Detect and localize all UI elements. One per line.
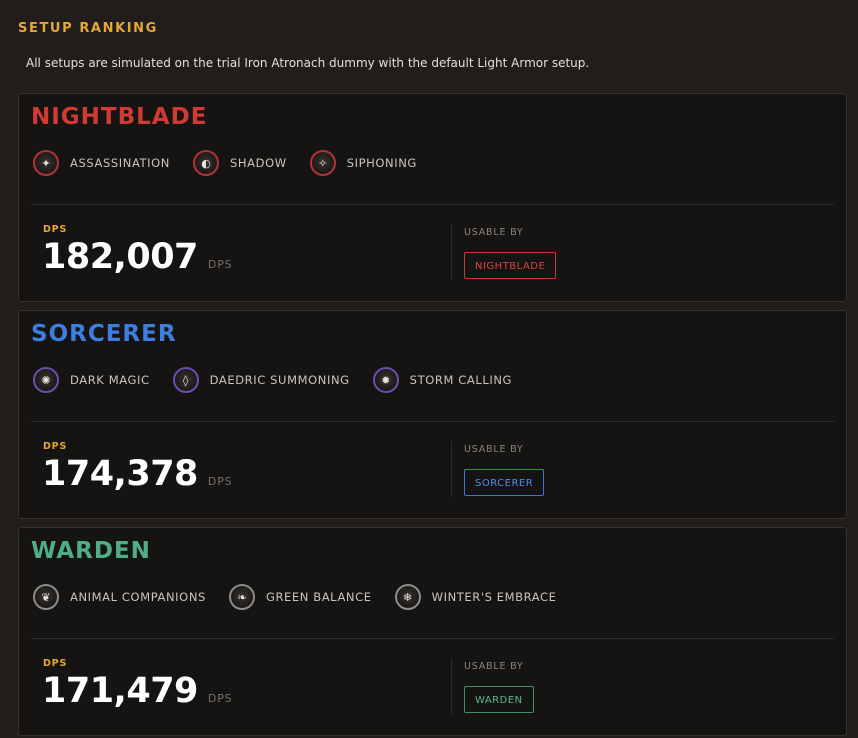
- intro-text: All setups are simulated on the trial Ir…: [26, 56, 590, 70]
- usable-by-label: USABLE BY: [464, 661, 524, 672]
- usable-by-badge[interactable]: SORCERER: [464, 469, 545, 496]
- section-title: SETUP RANKING: [18, 21, 158, 36]
- skill-line-label: DARK MAGIC: [70, 373, 150, 387]
- divider: [31, 204, 834, 205]
- vertical-divider: [451, 224, 452, 280]
- dps-label: DPS: [43, 441, 68, 452]
- skill-line-label: DAEDRIC SUMMONING: [209, 373, 350, 387]
- dps-label: DPS: [43, 658, 68, 669]
- dps-unit: DPS: [207, 692, 233, 705]
- green-balance-icon: ❧: [228, 584, 255, 610]
- skill-line-shadow[interactable]: ◐ SHADOW: [193, 150, 287, 176]
- dps-row: 174,378 DPS: [42, 454, 232, 494]
- skill-lines: ✦ ASSASSINATION ◐ SHADOW ✧ SIPHONING: [33, 150, 440, 176]
- usable-by-label: USABLE BY: [464, 444, 524, 455]
- class-name: WARDEN: [31, 538, 151, 564]
- usable-by-label: USABLE BY: [464, 227, 524, 238]
- usable-by-badge[interactable]: WARDEN: [464, 686, 534, 713]
- class-name: SORCERER: [31, 321, 177, 347]
- skill-line-label: ANIMAL COMPANIONS: [70, 590, 206, 604]
- skill-line-animal-companions[interactable]: ❦ ANIMAL COMPANIONS: [33, 584, 206, 610]
- class-name: NIGHTBLADE: [31, 104, 208, 130]
- skill-lines: ❦ ANIMAL COMPANIONS ❧ GREEN BALANCE ❄ WI…: [33, 584, 580, 610]
- dps-label: DPS: [43, 224, 68, 235]
- skill-line-label: GREEN BALANCE: [265, 590, 372, 604]
- skill-line-winters-embrace[interactable]: ❄ WINTER'S EMBRACE: [394, 584, 557, 610]
- setup-card-sorcerer: SORCERER ✺ DARK MAGIC ◊ DAEDRIC SUMMONIN…: [18, 310, 847, 519]
- animal-companions-icon: ❦: [33, 584, 59, 610]
- vertical-divider: [451, 658, 452, 714]
- skill-line-dark-magic[interactable]: ✺ DARK MAGIC: [33, 367, 150, 393]
- skill-line-siphoning[interactable]: ✧ SIPHONING: [309, 150, 417, 176]
- skill-lines: ✺ DARK MAGIC ◊ DAEDRIC SUMMONING ✹ STORM…: [33, 367, 535, 393]
- daedric-summoning-icon: ◊: [172, 367, 199, 393]
- skill-line-green-balance[interactable]: ❧ GREEN BALANCE: [228, 584, 372, 610]
- skill-line-label: SHADOW: [230, 156, 287, 170]
- shadow-icon: ◐: [193, 150, 219, 176]
- divider: [31, 638, 834, 639]
- dps-row: 171,479 DPS: [42, 671, 232, 711]
- dps-unit: DPS: [207, 475, 233, 488]
- dark-magic-icon: ✺: [33, 367, 59, 393]
- dps-value: 174,378: [42, 454, 198, 494]
- dps-value: 171,479: [42, 671, 198, 711]
- skill-line-label: WINTER'S EMBRACE: [431, 590, 557, 604]
- storm-calling-icon: ✹: [372, 367, 399, 393]
- skill-line-label: ASSASSINATION: [70, 156, 170, 170]
- skill-line-label: STORM CALLING: [409, 373, 513, 387]
- assassination-icon: ✦: [33, 150, 59, 176]
- vertical-divider: [451, 441, 452, 497]
- dps-unit: DPS: [207, 258, 233, 271]
- divider: [31, 421, 834, 422]
- siphoning-icon: ✧: [309, 150, 336, 176]
- dps-row: 182,007 DPS: [42, 237, 232, 277]
- setup-card-nightblade: NIGHTBLADE ✦ ASSASSINATION ◐ SHADOW ✧ SI…: [18, 93, 847, 302]
- skill-line-daedric-summoning[interactable]: ◊ DAEDRIC SUMMONING: [172, 367, 350, 393]
- usable-by-badge[interactable]: NIGHTBLADE: [464, 252, 557, 279]
- skill-line-assassination[interactable]: ✦ ASSASSINATION: [33, 150, 170, 176]
- setup-card-warden: WARDEN ❦ ANIMAL COMPANIONS ❧ GREEN BALAN…: [18, 527, 847, 736]
- dps-value: 182,007: [42, 237, 198, 277]
- winters-embrace-icon: ❄: [394, 584, 421, 610]
- skill-line-label: SIPHONING: [346, 156, 417, 170]
- skill-line-storm-calling[interactable]: ✹ STORM CALLING: [372, 367, 513, 393]
